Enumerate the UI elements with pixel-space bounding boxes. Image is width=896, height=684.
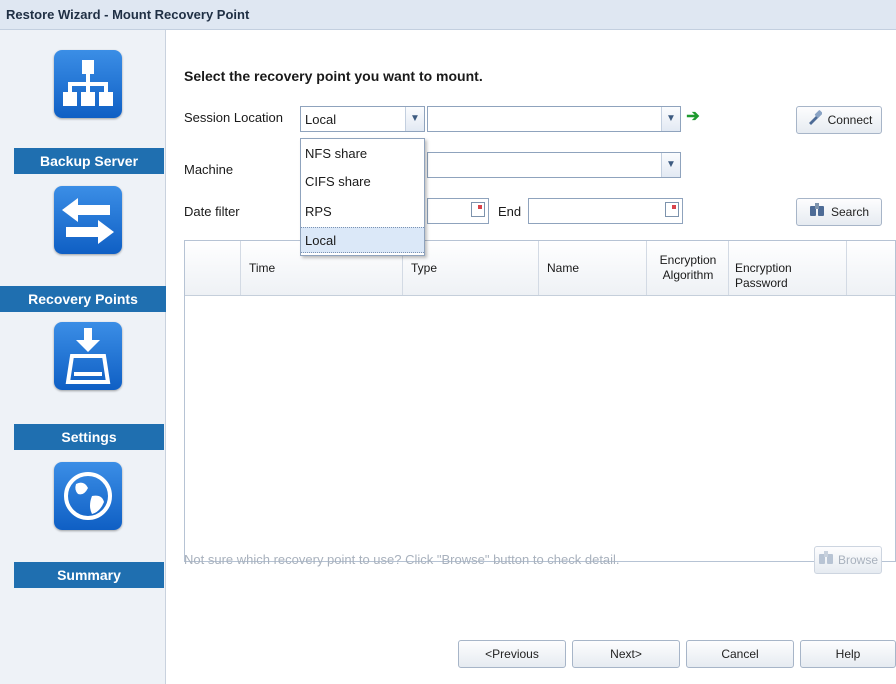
chevron-down-icon[interactable]: ▼ bbox=[405, 107, 424, 131]
window-title: Restore Wizard - Mount Recovery Point bbox=[6, 7, 250, 22]
option-nfs-share[interactable]: NFS share bbox=[301, 141, 424, 167]
date-filter-label: Date filter bbox=[184, 204, 240, 219]
step-summary[interactable]: Summary bbox=[14, 562, 164, 588]
download-drive-icon bbox=[54, 322, 122, 390]
cancel-button[interactable]: Cancel bbox=[686, 640, 794, 668]
session-location-dropdown: NFS share CIFS share RPS Local bbox=[300, 138, 425, 256]
chevron-down-icon[interactable]: ▼ bbox=[661, 107, 680, 131]
step-settings[interactable]: Settings bbox=[14, 424, 164, 450]
globe-icon bbox=[54, 462, 122, 530]
option-local[interactable]: Local bbox=[301, 227, 424, 253]
end-date-field[interactable] bbox=[528, 198, 683, 224]
binoculars-icon bbox=[809, 200, 825, 226]
machine-combo[interactable]: ▼ bbox=[427, 152, 681, 178]
session-location-select[interactable]: Local ▼ bbox=[300, 106, 425, 132]
session-location-value: Local bbox=[305, 112, 337, 127]
end-date-label: End bbox=[498, 204, 522, 219]
chevron-down-icon[interactable]: ▼ bbox=[661, 153, 680, 177]
session-location-label: Session Location bbox=[184, 110, 284, 125]
session-path-combo[interactable]: ▼ bbox=[427, 106, 681, 132]
calendar-icon[interactable] bbox=[665, 202, 679, 217]
connect-plug-icon bbox=[806, 108, 823, 134]
browse-hint: Not sure which recovery point to use? Cl… bbox=[184, 552, 620, 567]
browse-button[interactable]: Browse bbox=[814, 546, 882, 574]
main-panel: Select the recovery point you want to mo… bbox=[166, 30, 896, 684]
page-heading: Select the recovery point you want to mo… bbox=[184, 68, 483, 84]
search-button[interactable]: Search bbox=[796, 198, 882, 226]
calendar-icon[interactable] bbox=[471, 202, 485, 217]
connect-button[interactable]: Connect bbox=[796, 106, 882, 134]
server-network-icon bbox=[54, 50, 122, 118]
browse-button-label: Browse bbox=[837, 553, 878, 567]
column-header-encryption-algorithm[interactable]: Encryption Algorithm bbox=[647, 241, 729, 295]
column-header-encryption-password[interactable]: Encryption Password bbox=[729, 241, 847, 295]
table-header: Time Type Name Encryption Algorithm Encr… bbox=[185, 241, 895, 296]
swap-arrows-icon bbox=[54, 186, 122, 254]
title-bar: Restore Wizard - Mount Recovery Point bbox=[0, 0, 896, 30]
help-button[interactable]: Help bbox=[800, 640, 896, 668]
connect-button-label: Connect bbox=[827, 113, 873, 127]
option-cifs-share[interactable]: CIFS share bbox=[301, 169, 424, 195]
option-rps[interactable]: RPS bbox=[301, 199, 424, 225]
column-header-select[interactable] bbox=[185, 241, 241, 295]
next-button[interactable]: Next> bbox=[572, 640, 680, 668]
column-header-name[interactable]: Name bbox=[539, 241, 647, 295]
previous-button[interactable]: <Previous bbox=[458, 640, 566, 668]
go-arrow-icon[interactable]: ➔ bbox=[684, 106, 702, 128]
step-recovery-points[interactable]: Recovery Points bbox=[0, 286, 166, 312]
machine-label: Machine bbox=[184, 162, 234, 177]
wizard-sidebar: Backup Server Recovery Points Settings S… bbox=[0, 30, 166, 684]
step-backup-server[interactable]: Backup Server bbox=[14, 148, 164, 174]
recovery-points-table[interactable]: Time Type Name Encryption Algorithm Encr… bbox=[184, 240, 896, 562]
search-button-label: Search bbox=[830, 205, 870, 219]
binoculars-icon bbox=[818, 548, 834, 574]
start-date-field[interactable] bbox=[427, 198, 489, 224]
